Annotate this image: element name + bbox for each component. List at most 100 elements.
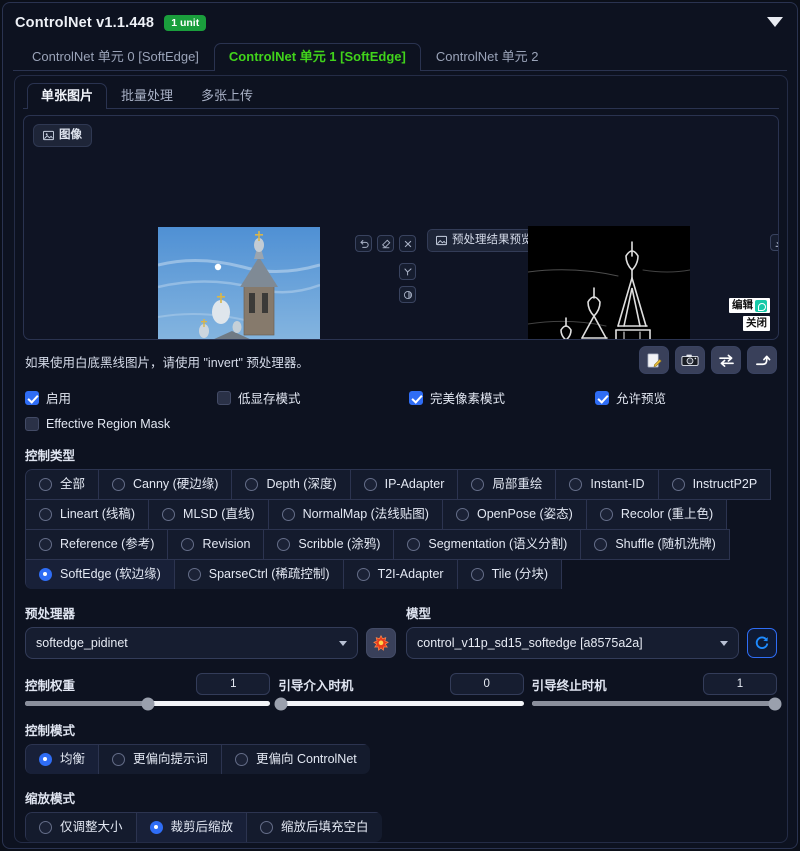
control-type-segmentation[interactable]: Segmentation (语义分割): [393, 529, 582, 560]
send-arrow-icon[interactable]: [747, 346, 777, 374]
checkbox-pixel-perfect-box[interactable]: [409, 390, 423, 405]
control-type-recolor[interactable]: Recolor (重上色): [585, 499, 728, 530]
undo-icon[interactable]: [355, 235, 372, 252]
note-edit-icon[interactable]: [639, 346, 669, 374]
tab-unit-0[interactable]: ControlNet 单元 0 [SoftEdge]: [17, 43, 214, 71]
radio-icon: [39, 478, 52, 491]
control-type-sparsectrl[interactable]: SparseCtrl (稀疏控制): [173, 559, 344, 589]
image-label-chip: 图像: [33, 124, 92, 147]
resize-mode-crop-and-resize[interactable]: 裁剪后缩放: [135, 812, 248, 842]
radio-icon: [245, 478, 259, 491]
preprocessor-col: 预处理器 softedge_pidinet: [25, 603, 396, 659]
checkbox-allow-preview-box[interactable]: [595, 390, 609, 405]
control-type-scribble[interactable]: Scribble (涂鸦): [263, 529, 395, 560]
tab-unit-2[interactable]: ControlNet 单元 2: [421, 43, 554, 71]
tab-unit-1[interactable]: ControlNet 单元 1 [SoftEdge]: [213, 43, 421, 71]
radio-icon: [39, 821, 52, 834]
control-type-reference[interactable]: Reference (参考): [25, 529, 169, 560]
control-mode-prompt[interactable]: 更偏向提示词: [98, 744, 223, 774]
resize-mode-just-resize[interactable]: 仅调整大小: [25, 812, 137, 842]
slider-control-weight-track[interactable]: [25, 697, 271, 710]
control-type-instant-id-label: Instant-ID: [590, 477, 645, 491]
control-type-softedge[interactable]: SoftEdge (软边缘): [25, 559, 175, 589]
watermark-close: 关闭: [743, 316, 770, 331]
tab-batch[interactable]: 批量处理: [107, 83, 187, 109]
tab-multi-upload[interactable]: 多张上传: [187, 83, 267, 109]
resize-mode-group: 仅调整大小 裁剪后缩放 缩放后填充空白: [25, 812, 382, 842]
control-mode-controlnet[interactable]: 更偏向 ControlNet: [221, 744, 370, 774]
preprocessor-value: softedge_pidinet: [36, 636, 128, 650]
control-type-shuffle-label: Shuffle (随机洗牌): [615, 537, 716, 551]
download-preview-button[interactable]: [770, 234, 778, 251]
control-type-depth[interactable]: Depth (深度): [231, 469, 351, 500]
control-type-lineart[interactable]: Lineart (线稿): [25, 499, 150, 530]
slider-guidance-start-track[interactable]: [274, 697, 524, 710]
control-type-instant-id[interactable]: Instant-ID: [555, 469, 659, 500]
control-type-all[interactable]: 全部: [25, 469, 100, 500]
swap-arrows-icon[interactable]: [711, 346, 741, 374]
slider-guidance-end-knob[interactable]: [768, 697, 782, 710]
control-type-normalmap[interactable]: NormalMap (法线贴图): [267, 499, 443, 530]
control-type-inpaint-label: 局部重绘: [492, 477, 543, 491]
control-type-sparsectrl-label: SparseCtrl (稀疏控制): [208, 567, 330, 581]
checkbox-effective-region-mask[interactable]: Effective Region Mask: [25, 417, 170, 431]
control-type-mlsd[interactable]: MLSD (直线): [148, 499, 269, 530]
control-type-shuffle[interactable]: Shuffle (随机洗牌): [580, 529, 730, 560]
watermark-edit: 编辑: [729, 298, 770, 313]
run-preprocessor-button[interactable]: [366, 628, 396, 658]
source-image[interactable]: [158, 227, 320, 340]
slider-control-weight-knob[interactable]: [141, 697, 155, 710]
control-type-instructp2p-label: InstructP2P: [692, 477, 758, 491]
action-button-group: [639, 346, 777, 374]
slider-control-weight-value[interactable]: 1: [196, 673, 271, 695]
refresh-models-button[interactable]: [747, 628, 777, 658]
radio-icon: [363, 478, 377, 491]
control-type-instructp2p[interactable]: InstructP2P: [657, 469, 772, 500]
resize-mode-crop-and-resize-label: 裁剪后缩放: [170, 820, 234, 834]
radio-icon: [112, 753, 126, 766]
unit-tabs: ControlNet 单元 0 [SoftEdge] ControlNet 单元…: [13, 43, 787, 71]
palette-icon[interactable]: [399, 286, 416, 303]
slider-fill: [25, 701, 148, 706]
control-mode-balanced[interactable]: 均衡: [25, 744, 100, 774]
radio-icon: [356, 568, 370, 581]
control-type-revision[interactable]: Revision: [167, 529, 265, 560]
checkbox-enable-box[interactable]: [25, 390, 39, 405]
slider-guidance-end-track[interactable]: [531, 697, 782, 710]
slider-guidance-start-value[interactable]: 0: [449, 673, 524, 695]
model-select[interactable]: control_v11p_sd15_softedge [a8575a2a]: [406, 627, 739, 659]
radio-icon: [39, 508, 52, 521]
preview-image-icon: [436, 235, 447, 246]
pen-icon[interactable]: [399, 263, 416, 280]
control-type-ip-adapter[interactable]: IP-Adapter: [349, 469, 459, 500]
checkbox-allow-preview-label: 允许预览: [616, 392, 667, 406]
close-icon[interactable]: [399, 235, 416, 252]
slider-guidance-end-value[interactable]: 1: [702, 673, 777, 695]
radio-icon: [277, 538, 291, 551]
chevron-down-icon: [720, 640, 728, 646]
control-type-canny-label: Canny (硬边缘): [133, 477, 219, 491]
slider-guidance-end-label: 引导终止时机: [531, 678, 607, 693]
checkbox-allow-preview[interactable]: 允许预览: [595, 388, 666, 407]
checkbox-low-vram[interactable]: 低显存模式: [217, 388, 409, 407]
preprocessed-image[interactable]: [528, 226, 690, 340]
collapse-toggle[interactable]: [765, 12, 785, 32]
checkbox-enable[interactable]: 启用: [25, 388, 217, 407]
control-type-inpaint[interactable]: 局部重绘: [457, 469, 557, 500]
tab-single-image[interactable]: 单张图片: [27, 83, 108, 109]
camera-icon[interactable]: [675, 346, 705, 374]
control-mode-controlnet-label: 更偏向 ControlNet: [256, 752, 357, 766]
checkbox-effective-region-mask-box[interactable]: [25, 417, 39, 431]
eraser-icon[interactable]: [377, 235, 394, 252]
control-type-t2i-adapter[interactable]: T2I-Adapter: [342, 559, 458, 589]
control-type-tile[interactable]: Tile (分块): [456, 559, 563, 589]
slider-guidance-start: 引导介入时机 0: [274, 673, 524, 710]
preprocessor-select[interactable]: softedge_pidinet: [25, 627, 358, 659]
control-type-canny[interactable]: Canny (硬边缘): [98, 469, 233, 500]
resize-mode-resize-and-fill[interactable]: 缩放后填充空白: [246, 812, 382, 842]
slider-guidance-start-knob[interactable]: [274, 697, 288, 710]
checkbox-low-vram-box[interactable]: [217, 390, 231, 405]
checkbox-pixel-perfect[interactable]: 完美像素模式: [409, 388, 595, 407]
control-type-openpose[interactable]: OpenPose (姿态): [441, 499, 587, 530]
slider-guidance-start-head: 引导介入时机 0: [278, 673, 524, 695]
